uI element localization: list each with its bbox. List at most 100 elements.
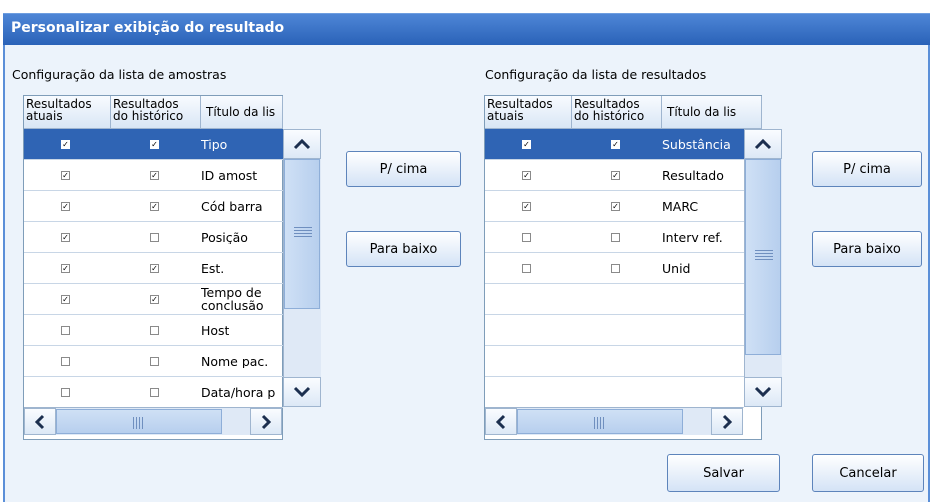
row-title: MARC [662,199,699,213]
chevron-down-icon [293,386,311,398]
empty-row [485,284,744,315]
history-results-checkbox[interactable]: ✓ [611,170,620,180]
results-list[interactable]: Resultados atuais Resultados do histórico … [484,95,782,440]
current-results-checkbox[interactable] [522,263,531,273]
results-move-up-button[interactable]: P/ cima [812,151,922,187]
current-results-checkbox[interactable]: ✓ [522,170,531,180]
scroll-thumb[interactable] [284,159,320,309]
table-row[interactable]: ✓ ✓ Tempo de conclusão [24,284,283,315]
current-results-checkbox[interactable] [61,356,70,366]
results-vertical-scrollbar[interactable] [744,129,782,407]
table-row[interactable]: ✓ ✓ Substância [485,129,744,160]
current-results-checkbox[interactable]: ✓ [61,263,70,273]
history-results-checkbox[interactable] [611,263,620,273]
current-results-checkbox[interactable]: ✓ [522,139,531,149]
table-row[interactable]: ✓ ✓ Est. [24,253,283,284]
results-section-title: Configuração da lista de resultados [485,67,707,82]
chevron-right-icon [261,414,271,429]
scroll-right-button[interactable] [711,408,743,435]
chevron-left-icon [35,414,45,429]
row-title: Resultado [662,168,724,182]
save-button[interactable]: Salvar [667,454,780,492]
history-results-checkbox[interactable]: ✓ [611,139,620,149]
history-results-checkbox[interactable]: ✓ [150,294,159,304]
col-header-title[interactable]: Título da lis [201,96,283,129]
history-results-checkbox[interactable]: ✓ [150,263,159,273]
row-title: Posição [201,230,248,244]
dialog-title: Personalizar exibição do resultado [11,20,285,36]
samples-vertical-scrollbar[interactable] [283,129,321,407]
scroll-thumb[interactable] [745,159,781,355]
table-row[interactable]: Unid [485,253,744,284]
row-title: Tempo de conclusão [201,286,264,312]
table-row[interactable]: Nome pac. [24,346,283,377]
scroll-up-button[interactable] [744,129,782,159]
chevron-right-icon [722,414,732,429]
scroll-up-button[interactable] [283,129,321,159]
history-results-checkbox[interactable]: ✓ [150,201,159,211]
row-title: Est. [201,261,225,275]
samples-list[interactable]: Resultados atuais Resultados do histórico … [23,95,321,440]
col-header-title[interactable]: Título da lis [662,96,762,129]
row-title: Unid [662,261,691,275]
col-header-current[interactable]: Resultados atuais [24,96,111,129]
scroll-left-button[interactable] [24,408,56,435]
title-bar: Personalizar exibição do resultado [0,0,933,45]
row-title: Substância [662,137,731,151]
current-results-checkbox[interactable]: ✓ [61,170,70,180]
empty-row [485,377,744,408]
col-header-current[interactable]: Resultados atuais [485,96,572,129]
current-results-checkbox[interactable]: ✓ [522,201,531,211]
samples-section-title: Configuração da lista de amostras [12,67,227,82]
row-title: Nome pac. [201,354,269,368]
col-header-history[interactable]: Resultados do histórico [111,96,201,129]
samples-move-down-button[interactable]: Para baixo [346,231,461,267]
current-results-checkbox[interactable]: ✓ [61,201,70,211]
row-title: Interv ref. [662,230,723,244]
table-row[interactable]: Interv ref. [485,222,744,253]
chevron-up-icon [293,138,311,150]
table-row[interactable]: ✓ Posição [24,222,283,253]
results-move-down-button[interactable]: Para baixo [812,231,922,267]
history-results-checkbox[interactable] [611,232,620,242]
history-results-checkbox[interactable]: ✓ [150,170,159,180]
h-scroll-thumb[interactable] [56,409,222,434]
history-results-checkbox[interactable] [150,387,159,397]
table-row[interactable]: ✓ ✓ Tipo [24,129,283,160]
scroll-down-button[interactable] [283,377,321,407]
row-title: Tipo [201,137,228,151]
current-results-checkbox[interactable] [522,232,531,242]
history-results-checkbox[interactable] [150,356,159,366]
table-row[interactable]: ✓ ✓ Resultado [485,160,744,191]
empty-row [485,315,744,346]
chevron-left-icon [496,414,506,429]
current-results-checkbox[interactable] [61,387,70,397]
table-row[interactable]: Host [24,315,283,346]
history-results-checkbox[interactable] [150,325,159,335]
h-scroll-thumb[interactable] [517,409,683,434]
table-row[interactable]: ✓ ✓ Cód barra [24,191,283,222]
history-results-checkbox[interactable]: ✓ [150,139,159,149]
row-title: Host [201,323,230,337]
current-results-checkbox[interactable] [61,325,70,335]
history-results-checkbox[interactable]: ✓ [611,201,620,211]
table-row[interactable]: Data/hora p [24,377,283,408]
row-title: ID amost [201,168,258,182]
table-row[interactable]: ✓ ✓ MARC [485,191,744,222]
scroll-left-button[interactable] [485,408,517,435]
row-title: Cód barra [201,199,263,213]
current-results-checkbox[interactable]: ✓ [61,139,70,149]
cancel-button[interactable]: Cancelar [812,454,924,492]
chevron-down-icon [754,386,772,398]
chevron-up-icon [754,138,772,150]
samples-move-up-button[interactable]: P/ cima [346,151,461,187]
scroll-right-button[interactable] [250,408,282,435]
samples-horizontal-scrollbar[interactable] [24,407,282,435]
col-header-history[interactable]: Resultados do histórico [572,96,662,129]
current-results-checkbox[interactable]: ✓ [61,232,70,242]
current-results-checkbox[interactable]: ✓ [61,294,70,304]
table-row[interactable]: ✓ ✓ ID amost [24,160,283,191]
history-results-checkbox[interactable] [150,232,159,242]
scroll-down-button[interactable] [744,377,782,407]
results-horizontal-scrollbar[interactable] [485,407,743,435]
